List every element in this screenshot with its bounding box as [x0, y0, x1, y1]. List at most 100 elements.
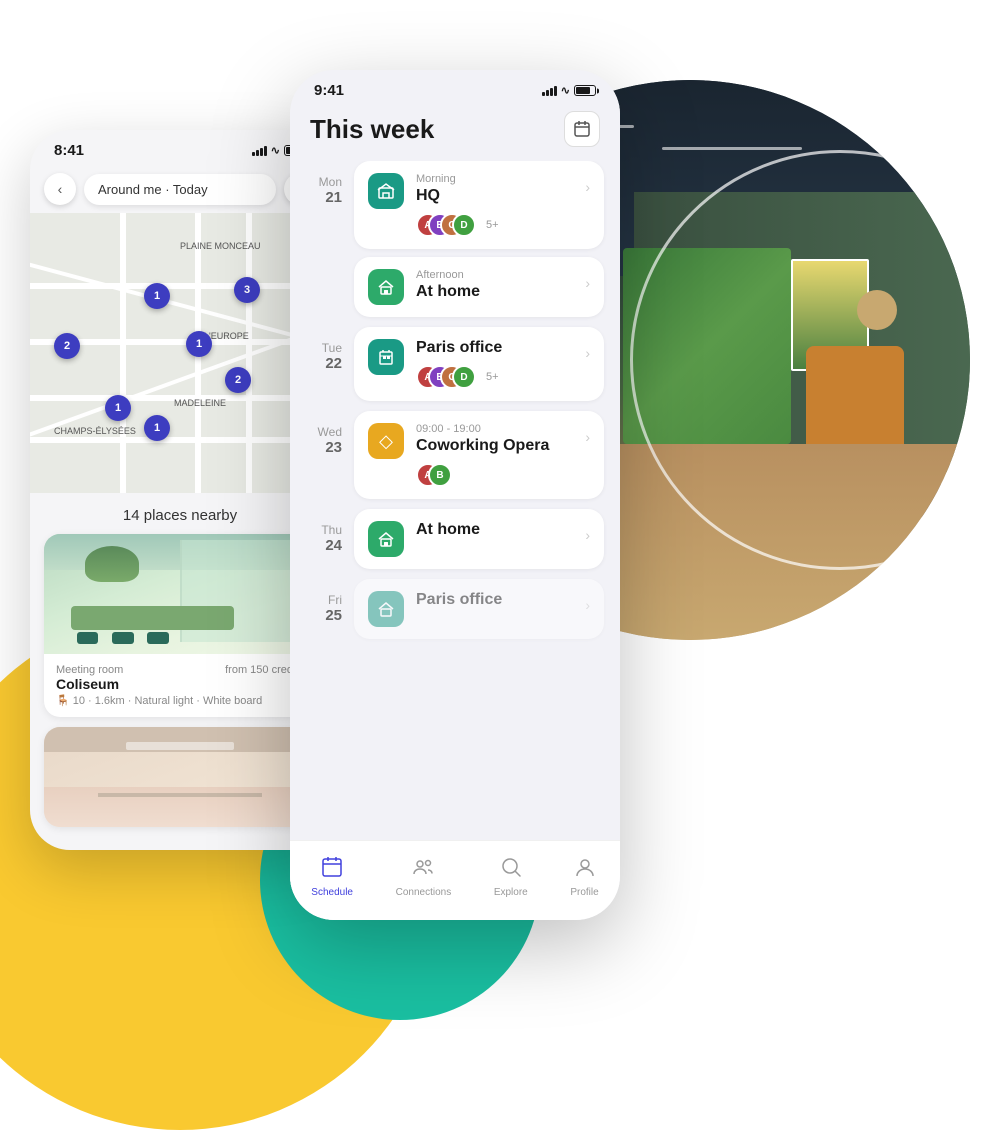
day-cards-thu: At home › — [354, 509, 604, 569]
schedule-card-hq[interactable]: Morning HQ A B C D 5+ › — [354, 161, 604, 249]
map-label-champs: CHAMPS-ÉLYSÉES — [54, 426, 136, 436]
nav-schedule[interactable]: Schedule — [311, 856, 353, 898]
hq-avatars: A B C D 5+ — [416, 213, 573, 237]
place-card-2[interactable] — [44, 727, 316, 827]
schedule-header: This week — [290, 105, 620, 161]
schedule-title: This week — [310, 114, 434, 145]
day-row-thu: Thu 24 At home — [306, 509, 604, 569]
hq-icon — [368, 173, 404, 209]
nav-explore[interactable]: Explore — [494, 856, 528, 898]
place-details-coliseum: 🪑 10 · 1.6km · Natural light · White boa… — [56, 694, 304, 707]
profile-nav-label: Profile — [570, 887, 598, 898]
map-pin-1b[interactable]: 1 — [186, 331, 212, 357]
map-pin-1[interactable]: 1 — [144, 283, 170, 309]
day-label-thu: Thu 24 — [306, 509, 342, 569]
schedule-nav-icon — [321, 856, 343, 884]
place-type-coliseum: Meeting room — [56, 664, 123, 676]
hq-card-body: Morning HQ A B C D 5+ — [416, 173, 573, 237]
schedule-card-at-home-mon[interactable]: Afternoon At home › — [354, 257, 604, 317]
day-row-fri: Fri 25 Paris office — [306, 579, 604, 639]
schedule-card-cowork[interactable]: ◇ 09:00 - 19:00 Coworking Opera A B › — [354, 411, 604, 499]
map-pin-2b[interactable]: 2 — [225, 367, 251, 393]
paris-office-name: Paris office — [416, 339, 573, 357]
hq-chevron: › — [585, 173, 590, 195]
day-label-mon: Mon 21 — [306, 161, 342, 317]
back-button[interactable]: ‹ — [44, 173, 76, 205]
at-home-mon-name: At home — [416, 283, 573, 301]
cowork-avatar-2: B — [428, 463, 452, 487]
right-status-icons: ∿ — [542, 84, 596, 97]
schedule-card-paris[interactable]: Paris office A B C D 5+ › — [354, 327, 604, 401]
day-label-wed: Wed 23 — [306, 411, 342, 499]
schedule-card-fri[interactable]: Paris office › — [354, 579, 604, 639]
schedule-card-at-home-thu[interactable]: At home › — [354, 509, 604, 569]
phone-right: 9:41 ∿ This week — [290, 70, 620, 920]
place-name-coliseum: Coliseum — [56, 676, 123, 692]
home-icon-mon — [368, 269, 404, 305]
explore-nav-icon — [500, 856, 522, 884]
right-status-bar: 9:41 ∿ — [290, 70, 620, 105]
explore-nav-label: Explore — [494, 887, 528, 898]
map-pin-1c[interactable]: 1 — [105, 395, 131, 421]
day-label-fri: Fri 25 — [306, 579, 342, 639]
fri-name: Paris office — [416, 591, 573, 609]
cowork-avatars: A B — [416, 463, 573, 487]
paris-avatars: A B C D 5+ — [416, 365, 573, 389]
places-nearby-label: 14 places nearby — [30, 493, 330, 534]
at-home-mon-subtitle: Afternoon — [416, 269, 573, 281]
day-row-wed: Wed 23 ◇ 09:00 - 19:00 Coworking Opera A… — [306, 411, 604, 499]
day-cards-tue: Paris office A B C D 5+ › — [354, 327, 604, 401]
phone-left: 8:41 ∿ ‹ Around me · Today — [30, 130, 330, 850]
paris-office-body: Paris office A B C D 5+ — [416, 339, 573, 389]
left-time: 8:41 — [54, 142, 84, 159]
left-status-bar: 8:41 ∿ — [30, 130, 330, 165]
right-battery-icon — [574, 85, 596, 96]
avatar-4: D — [452, 213, 476, 237]
search-pill[interactable]: Around me · Today — [84, 174, 276, 205]
right-signal-bars — [542, 86, 557, 96]
map-label-madeleine: MADELEINE — [174, 398, 226, 408]
home-icon-thu — [368, 521, 404, 557]
map-pin-2a[interactable]: 2 — [54, 333, 80, 359]
nav-connections[interactable]: Connections — [396, 856, 452, 898]
fri-icon — [368, 591, 404, 627]
cowork-body: 09:00 - 19:00 Coworking Opera A B — [416, 423, 573, 487]
day-label-tue: Tue 22 — [306, 327, 342, 401]
day-cards-fri: Paris office › — [354, 579, 604, 639]
nav-profile[interactable]: Profile — [570, 856, 598, 898]
place-info-coliseum: Meeting room Coliseum from 150 credits 🪑… — [44, 654, 316, 717]
map-header: ‹ Around me · Today — [30, 165, 330, 213]
right-time: 9:41 — [314, 82, 344, 99]
cowork-icon: ◇ — [368, 423, 404, 459]
paris-office-icon — [368, 339, 404, 375]
map-pin-3[interactable]: 3 — [234, 277, 260, 303]
place-img-2 — [44, 727, 316, 827]
day-row-mon: Mon 21 Morning — [306, 161, 604, 317]
calendar-icon-button[interactable] — [564, 111, 600, 147]
day-cards-mon: Morning HQ A B C D 5+ › — [354, 161, 604, 317]
schedule-scroll[interactable]: Mon 21 Morning — [290, 161, 620, 920]
fri-chevron: › — [585, 591, 590, 613]
connections-nav-label: Connections — [396, 887, 452, 898]
at-home-thu-chevron: › — [585, 521, 590, 543]
at-home-mon-chevron: › — [585, 269, 590, 291]
wifi-icon: ∿ — [271, 144, 280, 157]
profile-nav-icon — [574, 856, 596, 884]
map-pin-1d[interactable]: 1 — [144, 415, 170, 441]
place-img-coliseum — [44, 534, 316, 654]
paris-chevron: › — [585, 339, 590, 361]
cowork-name: Coworking Opera — [416, 437, 573, 455]
at-home-mon-body: Afternoon At home — [416, 269, 573, 301]
bottom-nav: Schedule Connections — [290, 840, 620, 920]
avatar-more-paris: 5+ — [486, 371, 499, 383]
paris-avatar-4: D — [452, 365, 476, 389]
avatar-more-hq: 5+ — [486, 219, 499, 231]
signal-bars — [252, 146, 267, 156]
place-card-coliseum[interactable]: Meeting room Coliseum from 150 credits 🪑… — [44, 534, 316, 717]
map-view: PLAINE MONCEAU L'EUROPE MADELEINE CHAMPS… — [30, 213, 330, 493]
map-label-plaine: PLAINE MONCEAU — [180, 241, 261, 251]
cowork-chevron: › — [585, 423, 590, 445]
day-row-tue: Tue 22 — [306, 327, 604, 401]
at-home-thu-body: At home — [416, 521, 573, 539]
at-home-thu-name: At home — [416, 521, 573, 539]
